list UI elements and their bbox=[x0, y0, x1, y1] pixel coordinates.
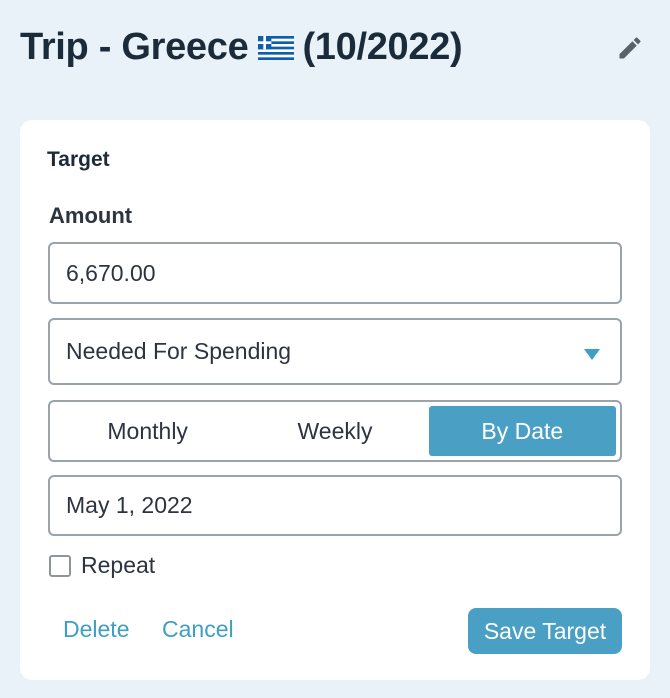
page-title: Trip - Greece (10/2022) bbox=[20, 26, 463, 69]
repeat-checkbox[interactable] bbox=[49, 554, 71, 577]
page-header: Trip - Greece (10/2022) bbox=[20, 22, 650, 78]
repeat-label: Repeat bbox=[81, 552, 156, 578]
target-type-value: Needed For Spending bbox=[66, 338, 292, 364]
target-card: Target Amount Needed For Spending Monthl… bbox=[20, 120, 650, 680]
greece-flag-icon bbox=[258, 35, 295, 60]
delete-button[interactable]: Delete bbox=[63, 616, 129, 643]
page-title-date: (10/2022) bbox=[302, 26, 463, 68]
save-target-button[interactable]: Save Target bbox=[468, 608, 622, 654]
date-input[interactable] bbox=[48, 475, 622, 536]
frequency-segmented-control: Monthly Weekly By Date bbox=[48, 400, 622, 462]
amount-input[interactable] bbox=[48, 242, 622, 304]
pencil-icon[interactable] bbox=[616, 34, 644, 62]
section-title: Target bbox=[47, 148, 110, 171]
dropdown-caret-icon bbox=[584, 349, 600, 360]
target-type-select[interactable]: Needed For Spending bbox=[48, 318, 622, 385]
tab-monthly[interactable]: Monthly bbox=[54, 406, 241, 456]
page-title-text: Trip - Greece bbox=[20, 26, 249, 68]
cancel-button[interactable]: Cancel bbox=[162, 616, 234, 643]
tab-by-date[interactable]: By Date bbox=[428, 406, 616, 456]
tab-weekly[interactable]: Weekly bbox=[241, 406, 428, 456]
amount-label: Amount bbox=[49, 203, 133, 228]
repeat-row: Repeat bbox=[49, 552, 155, 579]
